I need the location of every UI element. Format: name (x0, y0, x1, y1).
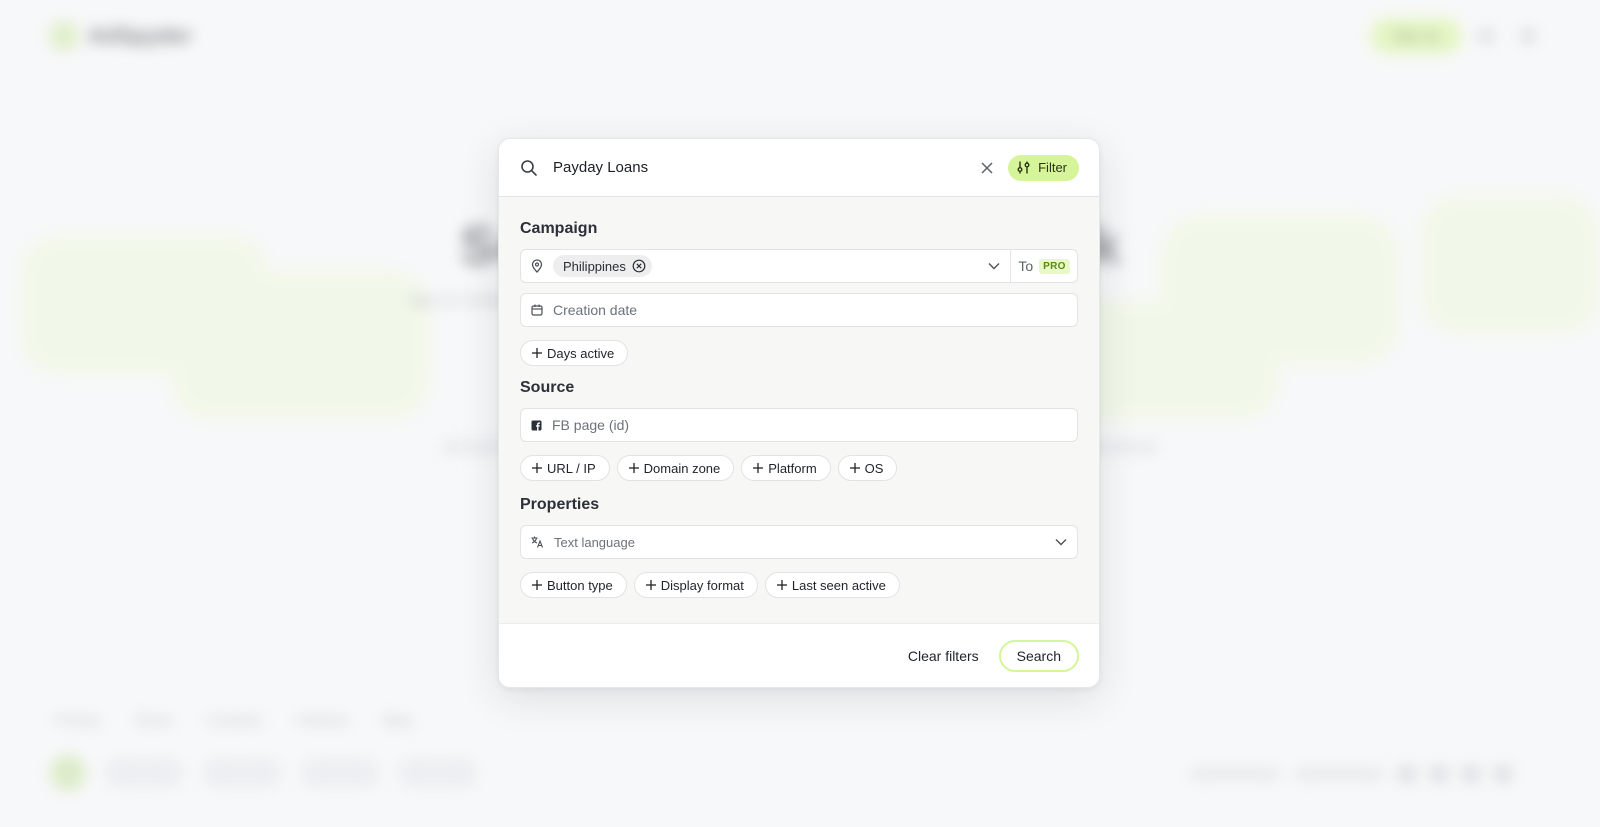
chevron-down-icon (988, 262, 1000, 270)
source-pills: URL / IP Domain zone Platform OS (520, 455, 1078, 481)
search-button[interactable]: Search (998, 639, 1079, 672)
search-filter-modal: Filter Campaign Philippines (498, 138, 1100, 688)
signup-button: Sign Up (1370, 18, 1462, 54)
clear-filters-button[interactable]: Clear filters (908, 648, 979, 664)
social-icon (1462, 765, 1480, 783)
language-pill (398, 758, 478, 788)
modal-footer: Clear filters Search (499, 623, 1099, 687)
footer-pill (104, 758, 184, 788)
text-language-placeholder: Text language (554, 534, 635, 550)
plus-icon (531, 347, 543, 359)
footer-links: Privacy Terms Contacts Partners Blog (55, 712, 411, 728)
plus-icon (645, 579, 657, 591)
decor-blob (20, 235, 270, 375)
footer-pill (300, 758, 380, 788)
copyright (1190, 768, 1280, 780)
calendar-icon (531, 304, 543, 316)
location-chip-label: Philippines (563, 258, 626, 274)
target-to-selector[interactable]: To PRO (1011, 249, 1078, 283)
map-pin-icon (531, 259, 543, 273)
footer-pill (202, 758, 282, 788)
pill-label: Display format (660, 577, 744, 593)
pill-label: Days active (547, 345, 615, 361)
add-display-format-button[interactable]: Display format (633, 572, 758, 598)
add-platform-button[interactable]: Platform (741, 455, 831, 481)
filter-body: Campaign Philippines To PRO Creation dat… (499, 219, 1099, 598)
pill-label: Button type (547, 577, 613, 593)
decor-blob (1160, 215, 1400, 365)
plus-icon (849, 462, 861, 474)
footer-link: Terms (134, 712, 174, 728)
theme-icon (1478, 28, 1494, 44)
filter-button[interactable]: Filter (1008, 154, 1079, 181)
creation-date-placeholder: Creation date (553, 302, 638, 318)
decor-blob (1420, 195, 1600, 335)
search-bar: Filter (499, 139, 1099, 197)
menu-icon (1520, 28, 1536, 44)
pill-label: URL / IP (547, 460, 596, 476)
add-button-type-button[interactable]: Button type (520, 572, 627, 598)
clear-query-icon[interactable] (980, 161, 994, 175)
pill-label: Platform (768, 460, 817, 476)
section-title-source: Source (520, 379, 575, 396)
social-icon (1398, 765, 1416, 783)
plus-icon (776, 579, 788, 591)
sliders-icon (1016, 160, 1031, 175)
remove-chip-icon[interactable] (632, 259, 646, 273)
fb-page-field[interactable]: FB page (id) (520, 408, 1078, 442)
footer-link: Blog (383, 712, 412, 728)
location-chip: Philippines (553, 255, 652, 277)
section-title-properties: Properties (520, 496, 600, 513)
add-url-ip-button[interactable]: URL / IP (520, 455, 610, 481)
footer-right (1190, 765, 1512, 783)
add-os-button[interactable]: OS (837, 455, 898, 481)
location-row: Philippines To PRO (520, 249, 1078, 283)
footer-link: Privacy (55, 712, 101, 728)
plus-icon (531, 462, 543, 474)
footer-link: Contacts (207, 712, 263, 728)
brand-name: AdSpyder (88, 23, 192, 48)
brand-logo: AdSpyder (50, 22, 192, 50)
pro-badge: PRO (1039, 258, 1070, 274)
plus-icon (628, 462, 640, 474)
filter-label: Filter (1038, 160, 1067, 175)
plus-icon (531, 579, 543, 591)
pill-label: Domain zone (643, 460, 721, 476)
logo-mark (50, 22, 78, 50)
pill-label: Last seen active (791, 577, 886, 593)
translate-icon (531, 536, 544, 548)
pill-label: OS (864, 460, 884, 476)
avatar (50, 755, 86, 791)
social-icon (1430, 765, 1448, 783)
creation-date-field[interactable]: Creation date (520, 293, 1078, 327)
add-domain-zone-button[interactable]: Domain zone (616, 455, 735, 481)
text-language-select[interactable]: Text language (520, 525, 1078, 559)
add-days-active-button[interactable]: Days active (520, 340, 629, 366)
add-last-seen-active-button[interactable]: Last seen active (764, 572, 900, 598)
campaign-pills: Days active (520, 340, 1078, 366)
social-icon (1494, 765, 1512, 783)
footer-bar (50, 755, 478, 791)
section-title-campaign: Campaign (520, 220, 598, 237)
decor-blob (170, 270, 430, 420)
facebook-icon (531, 420, 542, 431)
chevron-down-icon (1055, 538, 1067, 546)
plus-icon (752, 462, 764, 474)
to-label: To (1018, 258, 1034, 274)
properties-pills: Button type Display format Last seen act… (520, 572, 1078, 598)
search-input[interactable] (553, 152, 981, 183)
fb-page-placeholder: FB page (id) (552, 417, 630, 433)
rights (1294, 768, 1384, 780)
location-select[interactable]: Philippines (520, 249, 1011, 283)
footer-link: Partners (296, 712, 350, 728)
search-icon (519, 158, 539, 178)
